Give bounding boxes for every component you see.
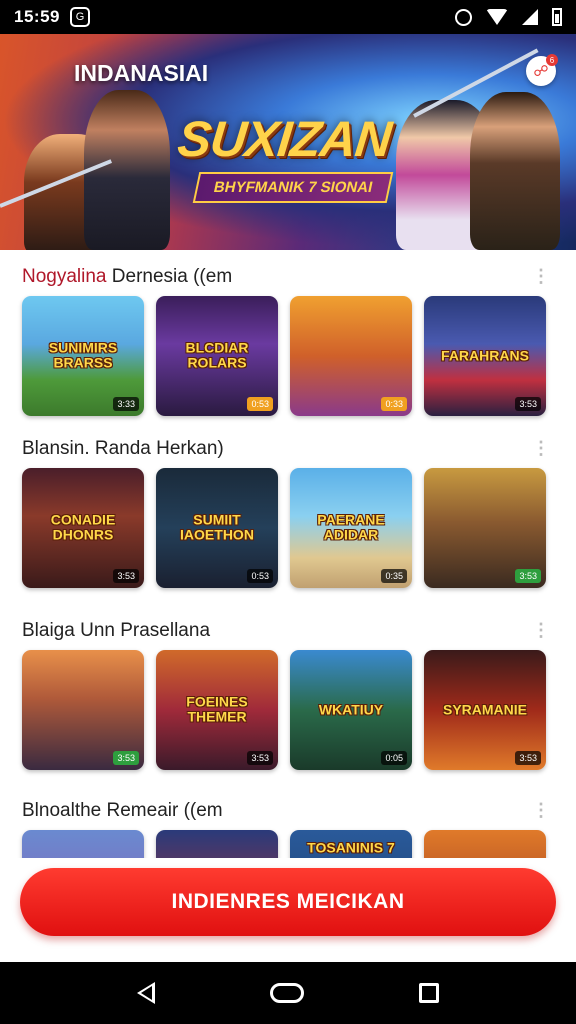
game-card-title: TOSANINIS 7 (307, 839, 395, 856)
wifi-icon (486, 9, 508, 25)
game-card-title: PAERANE ADIDAR (317, 511, 385, 543)
status-time: 15:59 (14, 7, 60, 26)
game-card-badge: 3:53 (515, 569, 541, 583)
game-card-badge: 0:33 (381, 397, 407, 411)
game-card-badge: 0:35 (381, 569, 407, 583)
game-card-title: CONADIE DHONRS (50, 511, 116, 543)
section-title: Blnoalthe Remeair ((em (22, 800, 223, 821)
more-options-icon[interactable]: ⋮ (532, 800, 550, 821)
game-card[interactable]: FOEINES THEMER 3:53 (156, 650, 278, 770)
game-row: CONADIE DHONRS 3:53 SUMIIT IAOETHON 0:53 P… (22, 468, 546, 588)
more-options-icon[interactable]: ⋮ (532, 620, 550, 641)
game-card-title: WKATIUY (318, 701, 384, 718)
game-card[interactable]: 3:53 (424, 468, 546, 588)
game-card-title: SUMIIT IAOETHON (180, 511, 254, 543)
game-card[interactable]: SUMIIT IAOETHON 0:53 (156, 468, 278, 588)
game-card-badge: 3:53 (515, 397, 541, 411)
bell-icon: ☍ (533, 63, 549, 80)
hero-title: SUXIZAN (175, 111, 394, 167)
status-icons (455, 8, 562, 26)
game-card-title: BLCDIAR ROLARS (185, 339, 249, 371)
hero-subtitle: BHYFMANIK 7 SIONAI (192, 172, 394, 203)
game-card[interactable]: BLCDIAR ROLARS 0:53 (156, 296, 278, 416)
home-icon[interactable] (269, 983, 304, 1003)
game-card-badge: 0:05 (381, 751, 407, 765)
section-title: Blaiga Unn Prasellana (22, 620, 211, 641)
game-card[interactable]: PAERANE ADIDAR 0:35 (290, 468, 412, 588)
game-card-title: SYRAMANIE (442, 701, 527, 718)
section-title: Blansin. Randa Herkan) (22, 438, 224, 459)
notification-button[interactable]: ☍ 6 (526, 54, 558, 86)
hero-banner[interactable]: INDANASIAI SUXIZAN BHYFMANIK 7 SIONAI ☍ … (0, 34, 576, 250)
section-title: Nogyalina Dernesia ((em (22, 266, 233, 287)
notification-app-icon: G (69, 7, 90, 27)
game-card[interactable]: SYRAMANIE 3:53 (424, 650, 546, 770)
primary-action-button[interactable]: INDIENRES MEICIKAN (20, 868, 556, 936)
game-card-badge: 0:53 (247, 569, 273, 583)
game-card[interactable]: FARAHRANS 3:53 (424, 296, 546, 416)
game-card[interactable]: 3:53 (22, 650, 144, 770)
game-card[interactable]: 0:33 (290, 296, 412, 416)
more-options-icon[interactable]: ⋮ (532, 266, 550, 287)
game-card-badge: 3:53 (113, 569, 139, 583)
more-options-icon[interactable]: ⋮ (532, 438, 550, 459)
game-card-badge: 3:33 (113, 397, 139, 411)
app-name: INDANASIAI (74, 60, 209, 86)
hero-character-warrior (84, 90, 170, 250)
game-card-title: FARAHRANS (441, 347, 529, 364)
game-card-badge: 0:53 (247, 397, 273, 411)
game-row: SUNIMIRS BRARSS 3:33 BLCDIAR ROLARS 0:53 0… (22, 296, 546, 416)
game-row: 3:53 FOEINES THEMER 3:53 WKATIUY 0:05 SYRA… (22, 650, 546, 770)
game-card-title: SUNIMIRS BRARSS (48, 339, 118, 371)
game-card[interactable]: CONADIE DHONRS 3:53 (22, 468, 144, 588)
battery-icon (552, 8, 562, 26)
system-nav-bar (0, 962, 576, 1024)
game-card-badge: 3:53 (247, 751, 273, 765)
game-card[interactable]: SUNIMIRS BRARSS 3:33 (22, 296, 144, 416)
game-card[interactable]: WKATIUY 0:05 (290, 650, 412, 770)
recents-icon[interactable] (418, 983, 439, 1003)
game-card-badge: 3:53 (515, 751, 541, 765)
game-card-title: FOEINES THEMER (186, 693, 248, 725)
hero-character-fighter (470, 92, 560, 250)
signal-icon (522, 9, 538, 25)
alarm-icon (455, 8, 472, 26)
back-icon[interactable] (137, 982, 156, 1004)
game-card-badge: 3:53 (113, 751, 139, 765)
status-bar: 15:59 G (0, 0, 576, 34)
notification-count-badge: 6 (546, 54, 558, 66)
